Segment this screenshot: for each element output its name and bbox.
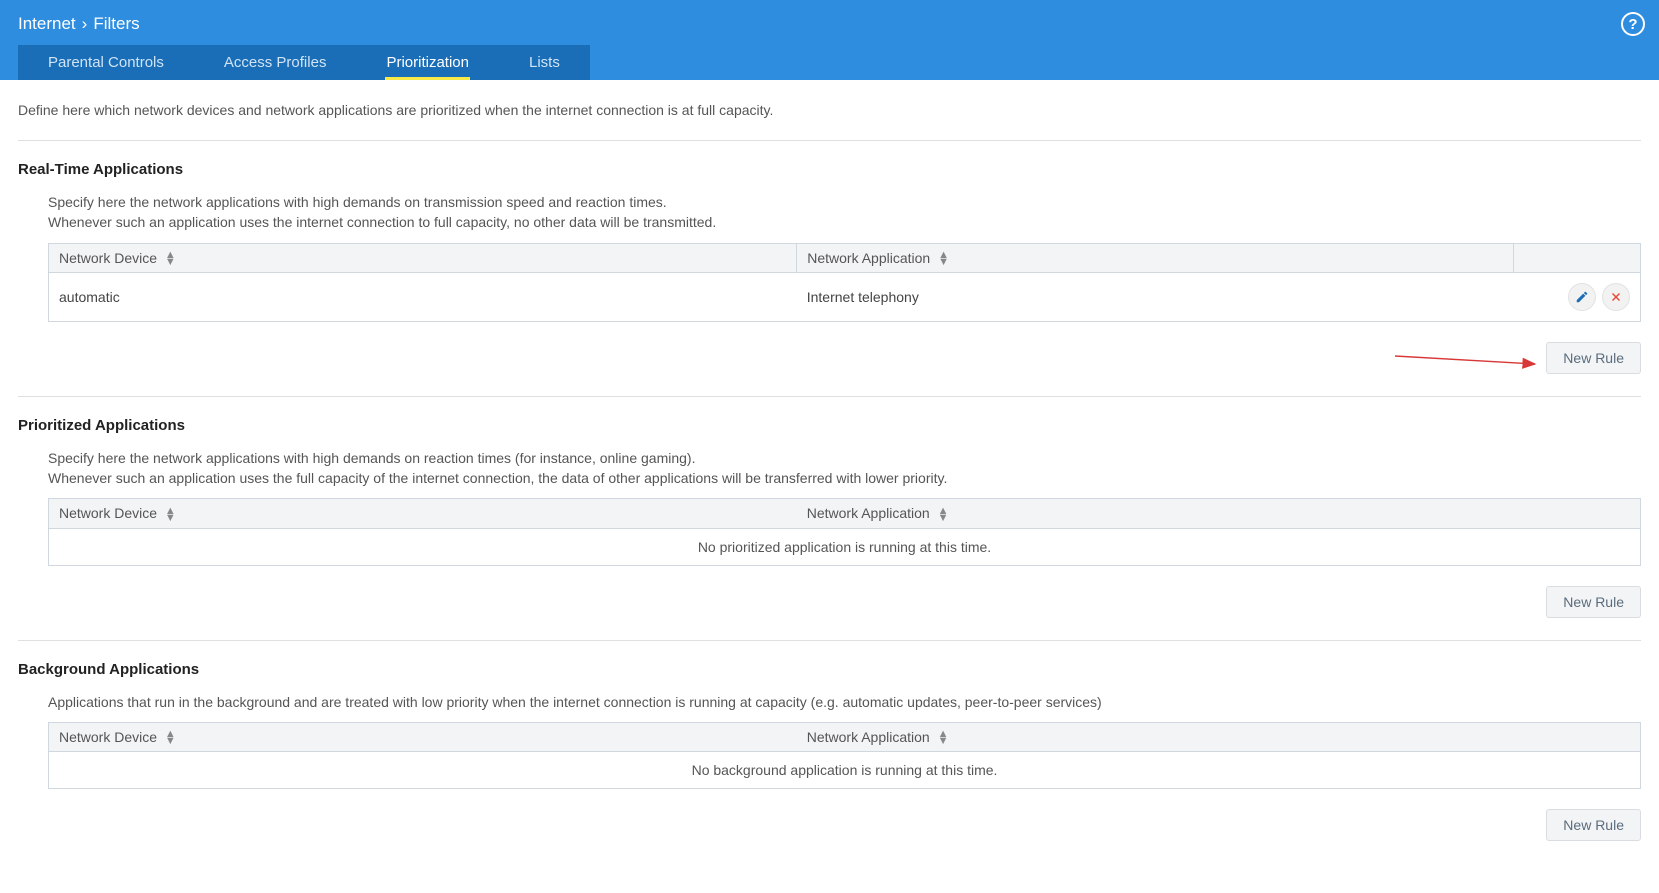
section-title: Real-Time Applications — [18, 161, 1641, 178]
breadcrumb-item[interactable]: Internet — [18, 14, 76, 34]
section-realtime: Real-Time Applications Specify here the … — [18, 161, 1641, 374]
section-description: Applications that run in the background … — [48, 692, 1641, 712]
column-header-actions — [1513, 243, 1640, 272]
section-desc-line: Whenever such an application uses the fu… — [48, 470, 947, 486]
cell-actions — [1513, 272, 1640, 321]
section-title: Prioritized Applications — [18, 417, 1641, 434]
delete-button[interactable] — [1602, 283, 1630, 311]
column-label: Network Device — [59, 250, 157, 266]
realtime-table: Network Device ▲▼ Network Application ▲▼… — [48, 243, 1641, 322]
edit-button[interactable] — [1568, 283, 1596, 311]
section-title: Background Applications — [18, 661, 1641, 678]
help-icon[interactable]: ? — [1621, 12, 1645, 36]
tab-lists[interactable]: Lists — [499, 45, 590, 80]
section-desc-line: Whenever such an application uses the in… — [48, 214, 716, 230]
cell-device: automatic — [49, 272, 797, 321]
section-prioritized: Prioritized Applications Specify here th… — [18, 417, 1641, 618]
column-header-device[interactable]: Network Device ▲▼ — [49, 243, 797, 272]
column-header-app[interactable]: Network Application ▲▼ — [797, 243, 1513, 272]
sort-icon: ▲▼ — [165, 252, 176, 266]
sort-icon: ▲▼ — [938, 508, 949, 522]
table-row: automatic Internet telephony — [49, 272, 1641, 321]
column-label: Network Application — [807, 250, 930, 266]
tab-access-profiles[interactable]: Access Profiles — [194, 45, 357, 80]
pencil-icon — [1575, 290, 1589, 304]
section-desc-line: Applications that run in the background … — [48, 694, 1102, 710]
main-content: Define here which network devices and ne… — [0, 80, 1659, 893]
divider — [18, 396, 1641, 397]
new-rule-button[interactable]: New Rule — [1546, 809, 1641, 841]
breadcrumb-item[interactable]: Filters — [93, 14, 139, 34]
section-description: Specify here the network applications wi… — [48, 448, 1641, 489]
breadcrumb-separator-icon: › — [82, 14, 88, 34]
new-rule-button[interactable]: New Rule — [1546, 342, 1641, 374]
new-rule-button[interactable]: New Rule — [1546, 586, 1641, 618]
annotation-arrow-icon — [1395, 352, 1545, 370]
cell-app: Internet telephony — [797, 272, 1513, 321]
divider — [18, 140, 1641, 141]
tab-prioritization[interactable]: Prioritization — [356, 45, 499, 80]
section-description: Specify here the network applications wi… — [48, 192, 1641, 233]
divider — [18, 640, 1641, 641]
column-header-device[interactable]: Network Device ▲▼ — [49, 723, 797, 752]
background-table: Network Device ▲▼ Network Application ▲▼… — [48, 722, 1641, 789]
section-desc-line: Specify here the network applications wi… — [48, 194, 667, 210]
column-label: Network Device — [59, 505, 157, 521]
prioritized-table: Network Device ▲▼ Network Application ▲▼… — [48, 498, 1641, 565]
empty-message: No background application is running at … — [49, 752, 1641, 789]
breadcrumb: Internet › Filters — [18, 14, 140, 34]
table-row-empty: No prioritized application is running at… — [49, 528, 1641, 565]
sort-icon: ▲▼ — [165, 731, 176, 745]
table-row-empty: No background application is running at … — [49, 752, 1641, 789]
tabs-container: Parental Controls Access Profiles Priori… — [0, 45, 1659, 80]
sort-icon: ▲▼ — [938, 731, 949, 745]
close-icon — [1609, 290, 1623, 304]
page-header: Internet › Filters ? — [0, 0, 1659, 48]
empty-message: No prioritized application is running at… — [49, 528, 1641, 565]
column-label: Network Application — [807, 729, 930, 745]
section-desc-line: Specify here the network applications wi… — [48, 450, 695, 466]
column-header-device[interactable]: Network Device ▲▼ — [49, 499, 797, 528]
sort-icon: ▲▼ — [938, 252, 949, 266]
page-description: Define here which network devices and ne… — [18, 102, 1641, 118]
tab-parental-controls[interactable]: Parental Controls — [18, 45, 194, 80]
column-header-app[interactable]: Network Application ▲▼ — [797, 723, 1641, 752]
sort-icon: ▲▼ — [165, 508, 176, 522]
column-label: Network Application — [807, 505, 930, 521]
column-header-app[interactable]: Network Application ▲▼ — [797, 499, 1641, 528]
column-label: Network Device — [59, 729, 157, 745]
section-background: Background Applications Applications tha… — [18, 661, 1641, 842]
